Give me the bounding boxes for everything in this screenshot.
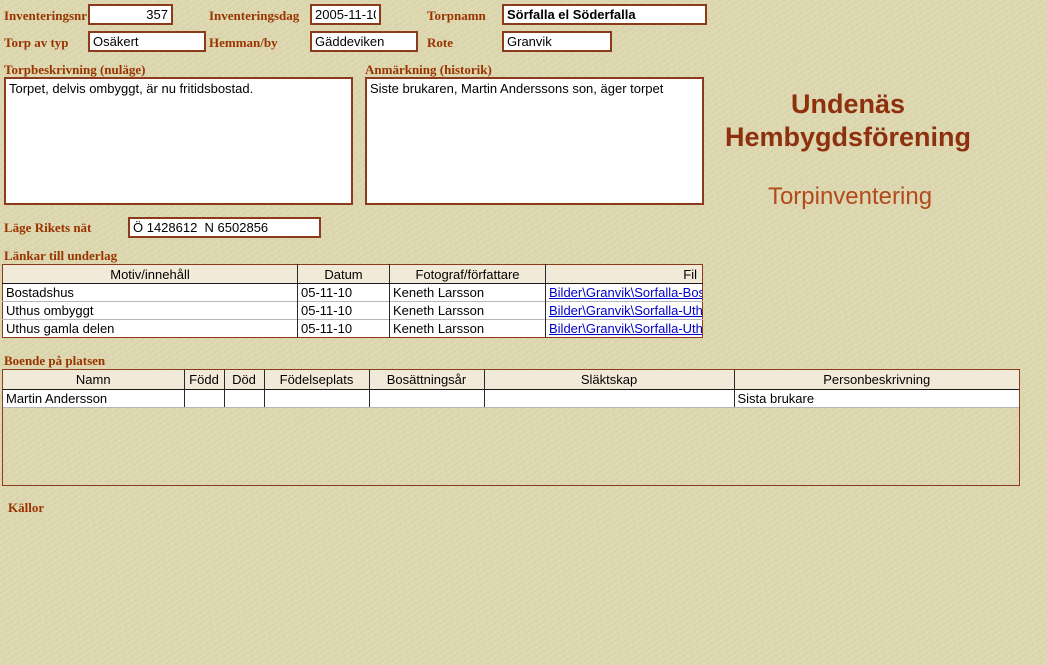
residents-header-row: Namn Född Död Födelseplats Bosättningsår… <box>3 370 1019 390</box>
links-table-row: Uthus gamla delen 05-11-10 Keneth Larsso… <box>2 319 703 338</box>
links-col-fil: Fil <box>545 264 703 284</box>
torp-av-typ-field[interactable] <box>88 31 206 52</box>
hemman-by-label: Hemman/by <box>209 35 278 50</box>
anmarkning-textarea[interactable]: Siste brukaren, Martin Anderssons son, ä… <box>365 77 704 205</box>
file-link[interactable]: Bilder\Granvik\Sorfalla-Uth <box>549 303 703 318</box>
residents-col-dod: Död <box>223 370 264 390</box>
anmarkning-label: Anmärkning (historik) <box>365 62 492 77</box>
torpnamn-label: Torpnamn <box>427 8 486 23</box>
residents-col-namn: Namn <box>3 370 184 390</box>
datum-cell: 05-11-10 <box>297 301 390 320</box>
fil-cell: Bilder\Granvik\Sorfalla-Uth <box>545 301 703 320</box>
org-title-line2: Hembygdsförening <box>724 121 972 152</box>
residents-col-personbeskrivning: Personbeskrivning <box>733 370 1019 390</box>
rote-field[interactable] <box>502 31 612 52</box>
namn-cell: Martin Andersson <box>3 389 184 408</box>
motiv-cell: Uthus ombyggt <box>2 301 298 320</box>
fotograf-cell: Keneth Larsson <box>389 319 546 338</box>
inventeringsnr-label: Inventeringsnr <box>4 8 88 23</box>
hemman-by-field[interactable] <box>310 31 418 52</box>
fodd-cell <box>183 389 224 408</box>
torpbeskrivning-textarea[interactable]: Torpet, delvis ombyggt, är nu fritidsbos… <box>4 77 353 205</box>
fodelseplats-cell <box>263 389 369 408</box>
fil-cell: Bilder\Granvik\Sorfalla-Bos <box>545 283 703 302</box>
residents-col-fodelseplats: Födelseplats <box>263 370 369 390</box>
torpinventering-page: Inventeringsnr Inventeringsdag Torpnamn … <box>0 0 1047 665</box>
fil-cell: Bilder\Granvik\Sorfalla-Uth <box>545 319 703 338</box>
fotograf-cell: Keneth Larsson <box>389 301 546 320</box>
residents-table-row: Martin Andersson Sista brukare <box>3 389 1019 408</box>
links-heading: Länkar till underlag <box>4 248 118 263</box>
inventeringsnr-field[interactable] <box>88 4 173 25</box>
dod-cell <box>223 389 264 408</box>
file-link[interactable]: Bilder\Granvik\Sorfalla-Bos <box>549 285 703 300</box>
org-title-line1: Undenäs <box>790 89 906 119</box>
residents-col-fodd: Född <box>183 370 224 390</box>
org-title: Undenäs Hembygdsförening <box>700 88 996 154</box>
torpnamn-field[interactable] <box>502 4 707 25</box>
torp-av-typ-label: Torp av typ <box>4 35 69 50</box>
inventeringsdag-field[interactable] <box>310 4 381 25</box>
residents-heading: Boende på platsen <box>4 353 106 368</box>
motiv-cell: Uthus gamla delen <box>2 319 298 338</box>
lage-field[interactable] <box>128 217 321 238</box>
bosattningsar-cell <box>368 389 484 408</box>
fotograf-cell: Keneth Larsson <box>389 283 546 302</box>
links-col-motiv: Motiv/innehåll <box>2 264 298 284</box>
inventeringsdag-label: Inventeringsdag <box>209 8 300 23</box>
motiv-cell: Bostadshus <box>2 283 298 302</box>
residents-col-bosattningsar: Bosättningsår <box>368 370 484 390</box>
links-col-datum: Datum <box>297 264 390 284</box>
links-table-row: Bostadshus 05-11-10 Keneth Larsson Bilde… <box>2 283 703 302</box>
personbeskrivning-cell: Sista brukare <box>733 389 1019 408</box>
datum-cell: 05-11-10 <box>297 319 390 338</box>
torpbeskrivning-label: Torpbeskrivning (nuläge) <box>4 62 146 77</box>
slaktskap-cell <box>483 389 734 408</box>
datum-cell: 05-11-10 <box>297 283 390 302</box>
sources-heading: Källor <box>8 500 45 515</box>
residents-col-slaktskap: Släktskap <box>483 370 734 390</box>
rote-label: Rote <box>427 35 453 50</box>
links-header-row: Motiv/innehåll Datum Fotograf/författare… <box>2 264 703 284</box>
links-table: Motiv/innehåll Datum Fotograf/författare… <box>2 264 703 338</box>
links-table-row: Uthus ombyggt 05-11-10 Keneth Larsson Bi… <box>2 301 703 320</box>
residents-table-frame: Namn Född Död Födelseplats Bosättningsår… <box>2 369 1020 486</box>
links-col-fotograf: Fotograf/författare <box>389 264 546 284</box>
app-title: Torpinventering <box>767 183 933 210</box>
file-link[interactable]: Bilder\Granvik\Sorfalla-Uth <box>549 321 703 336</box>
residents-table: Namn Född Död Födelseplats Bosättningsår… <box>3 370 1019 408</box>
lage-label: Läge Rikets nät <box>4 220 92 235</box>
